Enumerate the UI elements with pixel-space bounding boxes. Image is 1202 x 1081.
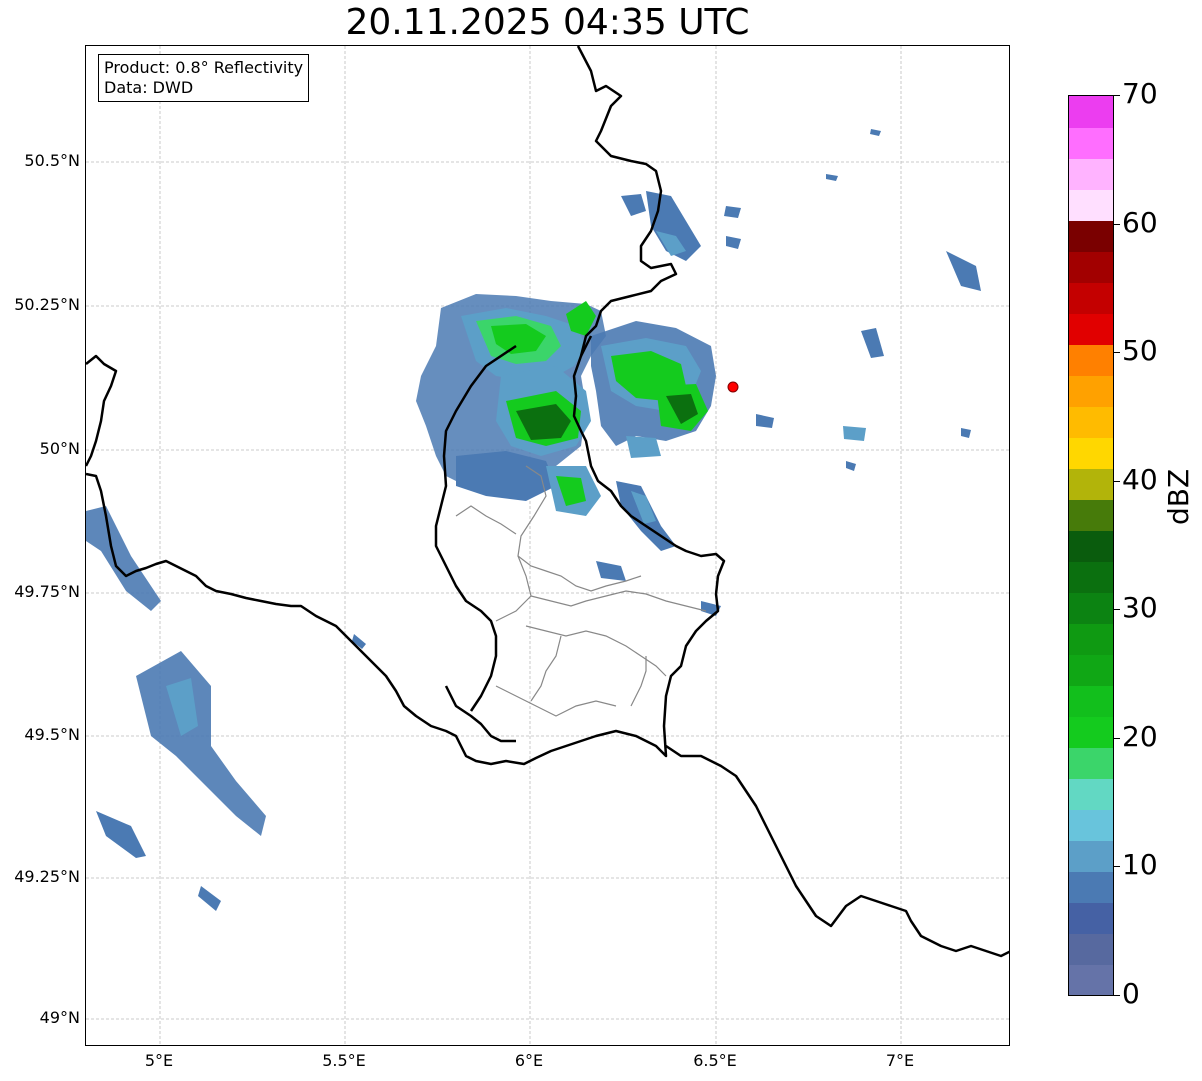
- colorbar-segment: [1069, 561, 1113, 593]
- colorbar-segment: [1069, 344, 1113, 376]
- colorbar-tick-label: 10: [1122, 848, 1158, 882]
- colorbar: [1068, 95, 1114, 996]
- colorbar-segment: [1069, 933, 1113, 965]
- colorbar-segment: [1069, 251, 1113, 283]
- country-borders: [86, 46, 1009, 958]
- info-box: Product: 0.8° Reflectivity Data: DWD: [98, 54, 310, 102]
- colorbar-segment: [1069, 685, 1113, 717]
- lat-tick-label: 49.5°N: [24, 725, 80, 744]
- lon-tick-label: 6.5°E: [693, 1051, 737, 1070]
- colorbar-segment: [1069, 158, 1113, 190]
- lat-tick-label: 49°N: [39, 1008, 80, 1027]
- colorbar-segment: [1069, 468, 1113, 500]
- colorbar-tick-label: 40: [1122, 462, 1158, 496]
- colorbar-tick-mark: [1114, 866, 1120, 868]
- colorbar-tick-label: 60: [1122, 205, 1158, 239]
- colorbar-tick-mark: [1114, 737, 1120, 739]
- lat-tick-label: 49.75°N: [14, 582, 80, 601]
- colorbar-segment: [1069, 654, 1113, 686]
- colorbar-tick-mark: [1114, 95, 1120, 96]
- colorbar-segment: [1069, 592, 1113, 624]
- colorbar-tick-mark: [1114, 995, 1120, 996]
- colorbar-segment: [1069, 313, 1113, 345]
- radar-site-marker: [727, 381, 739, 393]
- colorbar-segment: [1069, 747, 1113, 779]
- colorbar-tick-label: 0: [1122, 977, 1140, 1010]
- colorbar-tick-label: 50: [1122, 334, 1158, 368]
- lon-tick-label: 5°E: [144, 1051, 174, 1070]
- colorbar-label: dBZ: [1162, 468, 1195, 525]
- colorbar-segment: [1069, 840, 1113, 872]
- map-canvas: [86, 46, 1009, 1045]
- colorbar-segment: [1069, 282, 1113, 314]
- lat-tick-label: 50°N: [39, 439, 80, 458]
- colorbar-tick-label: 70: [1122, 77, 1158, 110]
- colorbar-segment: [1069, 964, 1113, 995]
- colorbar-segment: [1069, 96, 1113, 128]
- radar-map[interactable]: [85, 45, 1010, 1046]
- colorbar-tick-mark: [1114, 223, 1120, 225]
- colorbar-segment: [1069, 623, 1113, 655]
- lon-tick-label: 5.5°E: [322, 1051, 366, 1070]
- map-title: 20.11.2025 04:35 UTC: [345, 2, 750, 43]
- colorbar-segment: [1069, 902, 1113, 934]
- colorbar-tick-mark: [1114, 609, 1120, 611]
- lat-tick-label: 50.5°N: [24, 151, 80, 170]
- lon-tick-label: 6°E: [514, 1051, 544, 1070]
- precipitation-echoes: [86, 129, 981, 911]
- colorbar-segment: [1069, 778, 1113, 810]
- colorbar-tick-mark: [1114, 480, 1120, 482]
- colorbar-segment: [1069, 716, 1113, 748]
- colorbar-segment: [1069, 220, 1113, 252]
- colorbar-tick-mark: [1114, 352, 1120, 354]
- colorbar-segment: [1069, 127, 1113, 159]
- product-label: Product: 0.8° Reflectivity: [104, 58, 304, 77]
- data-source-label: Data: DWD: [104, 78, 194, 97]
- colorbar-segment: [1069, 871, 1113, 903]
- gridlines: [86, 46, 1009, 1045]
- colorbar-segment: [1069, 499, 1113, 531]
- colorbar-segment: [1069, 809, 1113, 841]
- colorbar-segment: [1069, 530, 1113, 562]
- colorbar-segment: [1069, 406, 1113, 438]
- colorbar-segment: [1069, 189, 1113, 221]
- lon-tick-label: 7°E: [885, 1051, 915, 1070]
- lat-tick-label: 50.25°N: [14, 295, 80, 314]
- colorbar-segment: [1069, 437, 1113, 469]
- colorbar-tick-label: 20: [1122, 719, 1158, 753]
- colorbar-tick-label: 30: [1122, 591, 1158, 625]
- lat-tick-label: 49.25°N: [14, 867, 80, 886]
- colorbar-segment: [1069, 375, 1113, 407]
